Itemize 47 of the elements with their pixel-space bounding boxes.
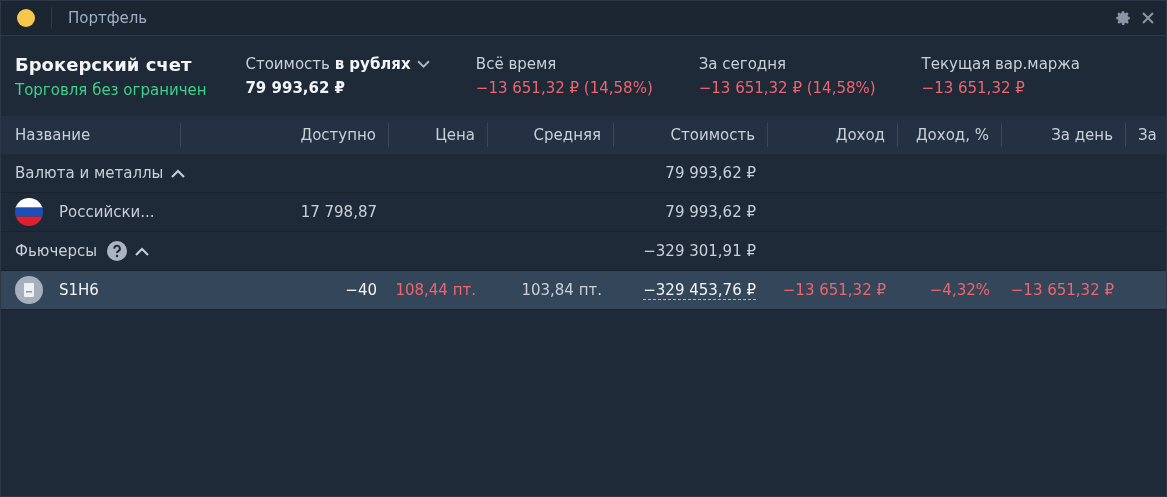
column-header[interactable]: За <box>1126 123 1166 147</box>
stat-label: Текущая вар.маржа <box>921 55 1081 73</box>
column-header[interactable]: Стоимость <box>614 123 768 147</box>
column-header[interactable]: Доступно <box>181 123 389 147</box>
document-icon <box>15 276 43 304</box>
column-header[interactable]: За день <box>1002 123 1126 147</box>
asset-name: Российски... <box>59 203 155 221</box>
table-cell-text: 108,44 пт. <box>395 281 477 299</box>
table-cell-text: −13 651,32 ₽ <box>782 281 887 299</box>
column-header[interactable]: Доход, % <box>898 123 1002 147</box>
table-cell-text: −4,32% <box>929 281 991 299</box>
table-cell: −329 453,76 ₽ <box>643 280 756 300</box>
column-header[interactable]: Доход <box>768 123 898 147</box>
table-cell-text: −13 651,32 ₽ <box>1010 281 1115 299</box>
account-status: Торговля без ограничен <box>15 80 208 99</box>
stat-label: За сегодня <box>698 55 786 73</box>
table-cell-text: 103,84 пт. <box>521 281 603 299</box>
table-cell-text: −40 <box>345 281 378 299</box>
stat-value: −13 651,32 ₽ (14,58%) <box>475 79 654 97</box>
column-header[interactable]: Название <box>1 123 181 147</box>
stat-label: Всё время <box>475 55 557 73</box>
table-cell-text: −329 301,91 ₽ <box>643 242 757 260</box>
chevron-down-icon[interactable] <box>416 59 430 69</box>
column-header[interactable]: Средняя <box>488 123 614 147</box>
settings-icon[interactable] <box>1114 9 1132 27</box>
asset-name: S1H6 <box>59 281 99 299</box>
group-name: Фьючерсы <box>15 242 98 260</box>
table-row[interactable]: S1H6 −40 108,44 пт. 103,84 пт. −329 453,76 ₽ −13 651,32 ₽ −4,32% −13 651,32 ₽ <box>1 271 1166 310</box>
stat-value: −13 651,32 ₽ (14,58%) <box>698 79 877 97</box>
status-dot-icon <box>17 9 35 27</box>
stat-value: −13 651,32 ₽ <box>921 79 1026 97</box>
group-row[interactable]: Валюта и металлы 79 993,62 ₽ <box>1 154 1166 193</box>
table-cell-text: 79 993,62 ₽ <box>665 203 757 221</box>
table-cell-text: 17 798,87 <box>300 203 378 221</box>
account-name: Брокерский счет <box>15 53 193 75</box>
stat-value: 79 993,62 ₽ <box>245 79 347 97</box>
chevron-icon[interactable] <box>135 246 150 256</box>
help-icon[interactable] <box>107 241 128 261</box>
column-header[interactable]: Цена <box>389 123 488 147</box>
window-title: Портфель <box>68 9 148 27</box>
stat-label: Стоимость в рублях <box>245 55 411 73</box>
group-name: Валюта и металлы <box>15 164 164 182</box>
close-icon[interactable] <box>1140 10 1156 26</box>
flag-icon <box>15 198 43 226</box>
table-row[interactable]: Российски... 17 798,87 79 993,62 ₽ <box>1 193 1166 232</box>
chevron-icon[interactable] <box>171 168 186 178</box>
table-cell-text: 79 993,62 ₽ <box>665 164 757 182</box>
